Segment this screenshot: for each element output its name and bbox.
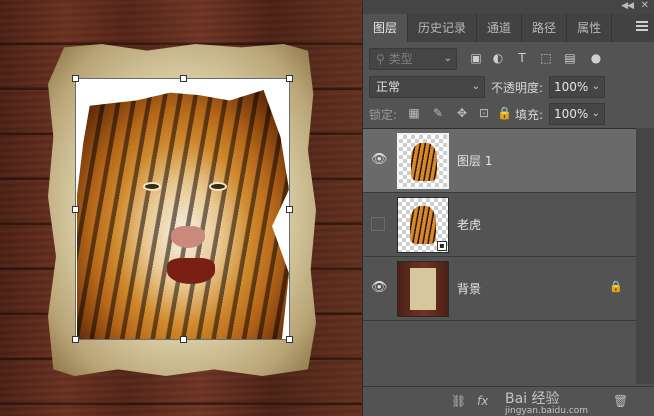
fx-icon[interactable]: fx xyxy=(477,394,488,408)
transform-handle-bottom-left[interactable] xyxy=(72,336,79,343)
close-icon[interactable]: ✕ xyxy=(641,0,649,11)
lock-row: 锁定: ▦ ✎ ✥ ⊡ 🔒 填充: 100% ⌄ xyxy=(363,103,654,127)
fill-label: 填充: xyxy=(515,108,544,122)
layers-panel: ◀◀ ✕ 图层 历史记录 通道 路径 属性 ⚲ 类型 ⌄ ▣ ◐ T ⬚ ▤ ●… xyxy=(362,0,654,416)
transform-handle-bottom[interactable] xyxy=(180,336,187,343)
document-canvas[interactable] xyxy=(0,0,362,416)
menu-icon[interactable] xyxy=(636,21,648,33)
filter-kind-label: 类型 xyxy=(388,52,413,66)
tab-properties[interactable]: 属性 xyxy=(567,14,613,42)
chevron-down-icon: ⌄ xyxy=(443,53,452,64)
fill-value: 100% xyxy=(554,107,589,121)
lock-position-icon[interactable]: ✥ xyxy=(455,106,469,120)
watermark-url: jingyan.baidu.com xyxy=(505,406,589,416)
transform-handle-top-left[interactable] xyxy=(72,75,79,82)
lock-icon[interactable]: 🔒 xyxy=(609,280,623,293)
layer-name: 图层 1 xyxy=(457,154,493,168)
delete-layer-icon[interactable]: 🗑 xyxy=(613,394,628,408)
link-layers-icon[interactable]: ⛓ xyxy=(451,394,466,408)
blend-row: 正常 ⌄ 不透明度: 100% ⌄ xyxy=(363,76,654,100)
opacity-value: 100% xyxy=(554,80,589,94)
layer-row-background[interactable]: 👁 背景 🔒 xyxy=(363,257,637,321)
transform-bounding-box[interactable] xyxy=(72,75,293,343)
blend-mode-value: 正常 xyxy=(376,80,401,94)
lock-label: 锁定: xyxy=(369,108,398,122)
tiger-thumbnail xyxy=(411,143,437,181)
layer-thumbnail xyxy=(397,261,449,317)
transform-handle-bottom-right[interactable] xyxy=(286,336,293,343)
type-filter-icon[interactable]: T xyxy=(515,51,529,65)
transform-handle-left[interactable] xyxy=(72,206,79,213)
panel-footer: ⛓ fx 🗑 Bai 经验 jingyan.baidu.com xyxy=(363,386,654,416)
chevron-down-icon[interactable]: ⌄ xyxy=(592,104,600,124)
eye-icon[interactable]: 👁 xyxy=(371,281,388,295)
lock-all-icon[interactable]: 🔒 xyxy=(497,106,512,120)
lock-transparent-pixels-icon[interactable]: ▦ xyxy=(407,106,421,120)
adjustment-filter-icon[interactable]: ◐ xyxy=(491,51,505,65)
tiger-thumbnail xyxy=(410,206,436,244)
layer-name: 老虎 xyxy=(457,218,482,232)
shape-filter-icon[interactable]: ⬚ xyxy=(539,51,553,65)
chevron-down-icon: ⌄ xyxy=(471,81,480,92)
tab-history[interactable]: 历史记录 xyxy=(408,14,478,42)
transform-handle-top[interactable] xyxy=(180,75,187,82)
transform-handle-top-right[interactable] xyxy=(286,75,293,82)
collapse-icon[interactable]: ◀◀ xyxy=(621,1,634,11)
panel-tabs: 图层 历史记录 通道 路径 属性 xyxy=(363,14,654,42)
smart-object-filter-icon[interactable]: ▤ xyxy=(563,51,577,65)
eye-icon[interactable]: 👁 xyxy=(371,153,388,167)
layers-scrollbar[interactable] xyxy=(636,128,654,384)
filter-row: ⚲ 类型 ⌄ ▣ ◐ T ⬚ ▤ ● xyxy=(363,48,654,72)
smart-object-badge-icon: ▪ xyxy=(437,241,447,251)
layers-list: 👁 图层 1 ▪ 老虎 👁 背景 🔒 xyxy=(363,128,654,321)
transform-handle-right[interactable] xyxy=(286,206,293,213)
layer-name: 背景 xyxy=(457,282,482,296)
lock-artboard-icon[interactable]: ⊡ xyxy=(477,106,491,120)
filter-toggle-icon[interactable]: ● xyxy=(589,51,603,65)
chevron-down-icon[interactable]: ⌄ xyxy=(592,77,600,97)
watermark: Bai 经验 xyxy=(505,391,560,407)
blend-mode-select[interactable]: 正常 ⌄ xyxy=(369,76,485,98)
layer-thumbnail: ▪ xyxy=(397,197,449,253)
lock-image-pixels-icon[interactable]: ✎ xyxy=(431,106,445,120)
filter-kind-select[interactable]: ⚲ 类型 ⌄ xyxy=(369,48,457,70)
panel-header-strip: ◀◀ ✕ xyxy=(363,0,654,14)
layer-row-layer-1[interactable]: 👁 图层 1 xyxy=(363,129,637,193)
opacity-label: 不透明度: xyxy=(491,81,544,95)
tab-channels[interactable]: 通道 xyxy=(477,14,523,42)
background-thumbnail xyxy=(398,262,448,316)
layer-row-tiger[interactable]: ▪ 老虎 xyxy=(363,193,637,257)
tab-paths[interactable]: 路径 xyxy=(522,14,568,42)
tab-layers[interactable]: 图层 xyxy=(363,14,409,42)
search-icon: ⚲ xyxy=(376,52,389,66)
visibility-toggle[interactable] xyxy=(371,217,385,231)
image-filter-icon[interactable]: ▣ xyxy=(469,51,483,65)
layer-thumbnail xyxy=(397,133,449,189)
opacity-input[interactable]: 100% ⌄ xyxy=(549,76,605,98)
fill-input[interactable]: 100% ⌄ xyxy=(549,103,605,125)
